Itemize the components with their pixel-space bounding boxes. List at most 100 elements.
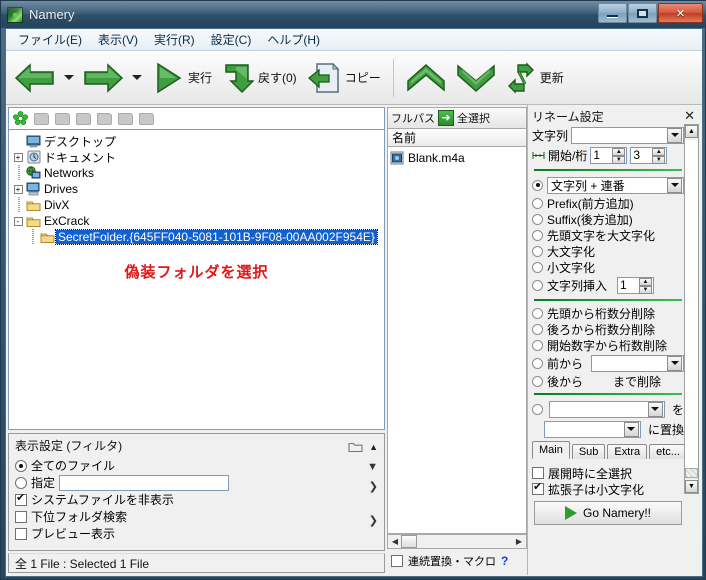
tab-extra[interactable]: Extra (607, 444, 648, 459)
menu-run[interactable]: 実行(R) (146, 29, 203, 51)
tree-node-excrack[interactable]: - ExCrack (11, 213, 382, 229)
chevron-down-icon[interactable] (647, 401, 663, 417)
tree-expander-drives[interactable]: + (11, 184, 25, 194)
chevron-down-icon[interactable] (667, 355, 682, 371)
mode-option-capitalize[interactable]: 先頭文字を大文字化 (532, 227, 684, 243)
string-combo[interactable] (571, 126, 684, 144)
favorite-slot-5[interactable] (118, 112, 133, 125)
select-all-button-label[interactable]: 全選択 (457, 110, 490, 126)
scroll-left-icon[interactable]: ◀ (389, 537, 401, 546)
rename-close-icon[interactable]: ✕ (681, 108, 698, 124)
stepper-down-icon[interactable]: ▼ (639, 285, 653, 294)
tree-node-secretfolder[interactable]: SecretFolder.{645FF040-5081-101B-9F08-00… (11, 229, 382, 245)
radio-delete-before[interactable] (532, 357, 543, 369)
checkbox-search-subfolders[interactable] (15, 510, 27, 523)
stepper-up-icon[interactable]: ▲ (639, 277, 653, 286)
hide-system-files-option[interactable]: システムファイルを非表示 (15, 491, 378, 508)
filter-specify-input[interactable] (59, 474, 230, 491)
insert-position-stepper[interactable]: 1 ▲ ▼ (617, 276, 655, 294)
filter-all-files-option[interactable]: 全てのファイル ▼ (15, 457, 378, 474)
radio-uppercase[interactable] (532, 245, 543, 257)
forward-history-button[interactable] (130, 55, 144, 101)
radio-delete-from-head[interactable] (532, 307, 543, 319)
delete-option-after[interactable]: 後から まで削除 (532, 373, 684, 389)
delete-option-tail[interactable]: 後ろから桁数分削除 (532, 321, 684, 337)
file-list-body[interactable]: Blank.m4a (387, 147, 527, 534)
delete-option-before[interactable]: 前から (532, 353, 684, 373)
chevron-down-icon[interactable]: ▼ (367, 461, 378, 473)
file-list-hscrollbar[interactable]: ◀ ▶ (387, 534, 527, 549)
favorite-slot-1[interactable] (34, 112, 49, 125)
move-down-button[interactable] (452, 55, 500, 101)
radio-all-files[interactable] (15, 459, 27, 472)
expand-select-all-option[interactable]: 展開時に全選択 (532, 465, 684, 481)
scroll-right-icon[interactable]: ▶ (513, 537, 525, 546)
list-item[interactable]: Blank.m4a (390, 150, 524, 166)
replace-to-combo[interactable] (544, 420, 641, 438)
run-button[interactable]: 実行 (146, 55, 216, 101)
tree-node-divx[interactable]: DivX (11, 197, 382, 213)
radio-lowercase[interactable] (532, 261, 543, 273)
mode-option-insert[interactable]: 文字列挿入 1 ▲ ▼ (532, 275, 684, 295)
replace-option-row[interactable]: を (532, 399, 684, 419)
back-history-button[interactable] (62, 55, 76, 101)
stepper-down-icon[interactable]: ▼ (652, 155, 666, 164)
mode-combo[interactable]: 文字列 + 連番 (547, 176, 684, 194)
menu-help[interactable]: ヘルプ(H) (259, 29, 328, 51)
radio-replace[interactable] (532, 403, 543, 415)
radio-string-sequence[interactable] (532, 179, 543, 191)
file-list-column-header[interactable]: 名前 (387, 129, 527, 147)
stepper-down-icon[interactable]: ▼ (612, 155, 626, 164)
checkbox-macro[interactable] (391, 555, 403, 567)
fullpath-button-label[interactable]: フルパス (391, 110, 435, 126)
tree-expander-excrack[interactable]: - (11, 216, 25, 226)
ext-lowercase-option[interactable]: 拡張子は小文字化 (532, 481, 684, 497)
forward-button[interactable] (78, 55, 128, 101)
mode-option-suffix[interactable]: Suffix(後方追加) (532, 211, 684, 227)
refresh-button[interactable]: 更新 (502, 55, 568, 101)
preview-option[interactable]: プレビュー表示 (15, 525, 378, 542)
chevron-down-icon[interactable] (667, 177, 682, 193)
stepper-up-icon[interactable]: ▲ (652, 147, 666, 156)
radio-delete-from-number[interactable] (532, 339, 543, 351)
delete-before-combo[interactable] (591, 354, 684, 372)
digits-stepper[interactable]: 3 ▲ ▼ (630, 146, 668, 164)
filter-specify-option[interactable]: 指定 ❯ (15, 474, 378, 493)
maximize-button[interactable] (628, 3, 657, 23)
tree-node-documents[interactable]: + ドキュメント (11, 149, 382, 165)
replace-to-row[interactable]: に置換 (532, 419, 684, 439)
chevron-up-icon[interactable]: ▲ (369, 442, 378, 452)
folder-icon[interactable] (348, 441, 363, 453)
tree-node-drives[interactable]: + Drives (11, 181, 382, 197)
close-button[interactable]: ✕ (658, 3, 703, 23)
chevron-right-icon[interactable]: ❯ (369, 480, 378, 493)
favorite-slot-3[interactable] (76, 112, 91, 125)
hscroll-thumb[interactable] (401, 535, 417, 548)
tree-node-networks[interactable]: Networks (11, 165, 382, 181)
favorite-slot-4[interactable] (97, 112, 112, 125)
checkbox-hide-system-files[interactable] (15, 492, 27, 506)
radio-delete-from-tail[interactable] (532, 323, 543, 335)
checkbox-expand-select-all[interactable] (532, 467, 544, 479)
delete-option-head[interactable]: 先頭から桁数分削除 (532, 305, 684, 321)
tree-node-desktop[interactable]: デスクトップ (11, 133, 382, 149)
copy-button[interactable]: コピー (303, 55, 385, 101)
start-number-stepper[interactable]: 1 ▲ ▼ (590, 146, 628, 164)
scroll-up-icon[interactable]: ▲ (685, 125, 698, 138)
scrollbar-track[interactable] (685, 140, 698, 478)
radio-specify[interactable] (15, 476, 27, 489)
mode-option-lowercase[interactable]: 小文字化 (532, 259, 684, 275)
help-icon[interactable]: ? (501, 554, 508, 568)
tree-expander-documents[interactable]: + (11, 152, 25, 162)
folder-tree[interactable]: デスクトップ + ドキュメント Networks + Drives DivX -… (8, 129, 385, 430)
tab-sub[interactable]: Sub (571, 444, 606, 459)
menu-file[interactable]: ファイル(E) (10, 29, 90, 51)
favorite-slot-2[interactable] (55, 112, 70, 125)
stepper-up-icon[interactable]: ▲ (612, 147, 626, 156)
checkbox-preview[interactable] (15, 527, 27, 540)
scroll-down-icon[interactable]: ▼ (685, 480, 698, 493)
replace-from-combo[interactable] (549, 400, 665, 418)
radio-insert-string[interactable] (532, 279, 543, 291)
mode-option-prefix[interactable]: Prefix(前方追加) (532, 195, 684, 211)
chevron-right-icon[interactable]: ❯ (369, 514, 378, 527)
